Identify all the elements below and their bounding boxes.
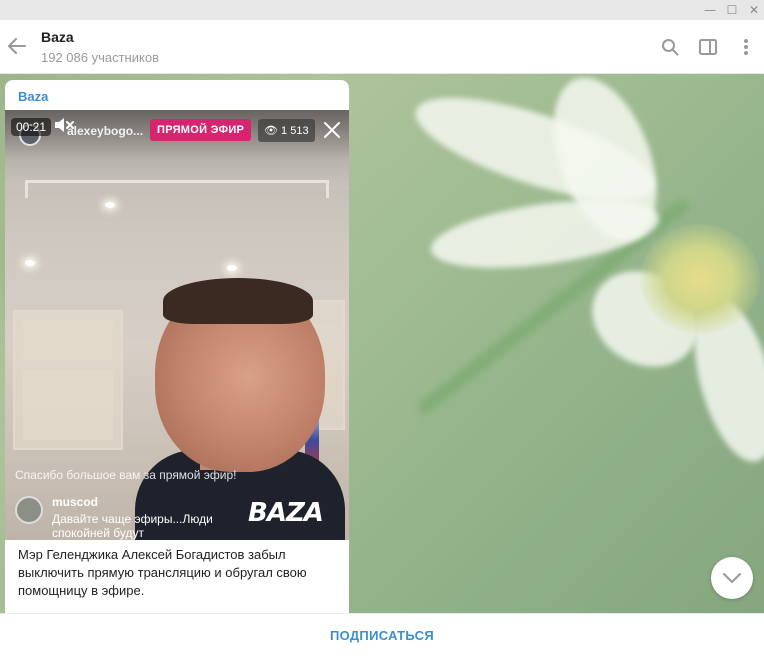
comment-text: Давайте чаще эфиры...Люди спокойней буду… (52, 512, 213, 540)
video-system-comment: Спасибо большое вам за прямой эфир! (15, 468, 237, 482)
subscribe-button[interactable]: ПОДПИСАТЬСЯ (330, 628, 434, 643)
search-button[interactable] (658, 35, 682, 59)
more-options-button[interactable] (734, 35, 758, 59)
video-time-badge: 00:21 (11, 118, 52, 136)
streamer-username: alexeybogo... (67, 124, 144, 138)
back-button[interactable] (4, 32, 30, 60)
video-scene-lamp (227, 265, 237, 271)
scroll-to-bottom-button[interactable] (711, 557, 753, 599)
viewer-count-badge: 👁 1 513 (258, 119, 315, 142)
channel-title[interactable]: Baza (41, 29, 74, 45)
commenter-name: muscod (52, 495, 99, 509)
viewer-count: 1 513 (281, 125, 309, 137)
video-scene-molding (25, 180, 329, 198)
video-scene-lamp (105, 202, 115, 208)
chat-footer: ПОДПИСАТЬСЯ (0, 613, 764, 656)
muted-speaker-icon[interactable] (53, 116, 75, 134)
chevron-down-icon (723, 573, 741, 583)
baza-watermark-logo: BAZA (248, 498, 324, 528)
video-person-hair (163, 278, 313, 324)
search-icon (662, 39, 679, 56)
close-window-button[interactable]: ✕ (743, 0, 764, 20)
live-broadcast-badge: ПРЯМОЙ ЭФИР (150, 119, 252, 141)
back-arrow-icon (8, 38, 26, 54)
toggle-sidebar-button[interactable] (696, 35, 720, 59)
video-scene-panel (23, 370, 113, 440)
video-scene-lamp (25, 260, 35, 266)
commenter-avatar (15, 496, 43, 524)
more-vertical-icon (744, 39, 748, 55)
channel-member-count: 192 086 участников (41, 50, 159, 65)
minimize-button[interactable]: — (699, 0, 721, 20)
sidebar-panel-icon (699, 39, 717, 55)
eye-icon: 👁 (264, 125, 282, 137)
video-scene-panel (23, 320, 113, 360)
maximize-button[interactable]: ☐ (721, 0, 743, 20)
video-player[interactable]: alexeybogo... 00:21 ПРЯМОЙ ЭФИР 👁 1 513 … (5, 110, 349, 540)
message-bubble[interactable]: Baza alexeybogo... 00:21 ПРЯМОЙ ЭФИР 👁 1… (5, 80, 349, 613)
wallpaper-flower-center (640, 224, 760, 334)
chat-header: Baza 192 086 участников (0, 20, 764, 74)
message-author[interactable]: Baza (18, 89, 48, 104)
close-icon (324, 122, 340, 138)
window-titlebar: — ☐ ✕ (0, 0, 764, 20)
message-caption: Мэр Геленджика Алексей Богадистов забыл … (18, 547, 307, 598)
